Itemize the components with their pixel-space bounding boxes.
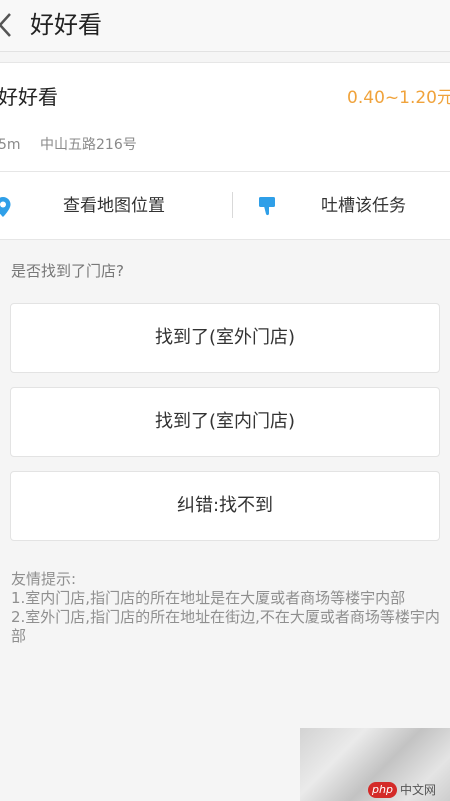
tips-section: 友情提示: 1.室内门店,指门店的所在地址是在大厦或者商场等楼宇内部 2.室外门… (11, 570, 447, 646)
watermark-logo: php 中文网 (368, 781, 436, 799)
watermark-site: 中文网 (399, 783, 436, 797)
thumbs-down-icon (258, 196, 276, 216)
view-map-label: 查看地图位置 (63, 196, 165, 216)
store-distance: 5m (0, 137, 21, 153)
found-indoor-button[interactable]: 找到了(室内门店) (10, 387, 440, 457)
page-title: 好好看 (30, 11, 102, 39)
chevron-left-icon[interactable] (0, 12, 16, 38)
tip-item: 1.室内门店,指门店的所在地址是在大厦或者商场等楼宇内部 (11, 589, 406, 607)
store-card: 好好看 0.40~1.20元 5m 中山五路216号 (0, 62, 450, 172)
tips-title: 友情提示: (11, 570, 77, 588)
screen: 好好看 好好看 0.40~1.20元 5m 中山五路216号 查看地图位置 吐槽… (0, 0, 450, 801)
tip-item: 2.室外门店,指门店的所在地址在街边,不在大厦或者商场等楼宇内部 (11, 608, 440, 645)
found-store-question: 是否找到了门店? (11, 262, 124, 280)
not-found-button[interactable]: 纠错:找不到 (10, 471, 440, 541)
store-name: 好好看 (0, 85, 58, 109)
action-bar: 查看地图位置 吐槽该任务 (0, 172, 450, 240)
action-divider (232, 192, 233, 218)
found-outdoor-button[interactable]: 找到了(室外门店) (10, 303, 440, 373)
nav-header: 好好看 (0, 0, 450, 52)
location-pin-icon (0, 196, 12, 218)
store-address: 中山五路216号 (40, 137, 137, 153)
complain-task-label: 吐槽该任务 (321, 196, 406, 216)
store-price: 0.40~1.20元 (347, 88, 450, 108)
complain-task-button[interactable]: 吐槽该任务 (236, 172, 450, 240)
view-map-button[interactable]: 查看地图位置 (0, 172, 230, 240)
watermark-badge: php (368, 782, 397, 798)
